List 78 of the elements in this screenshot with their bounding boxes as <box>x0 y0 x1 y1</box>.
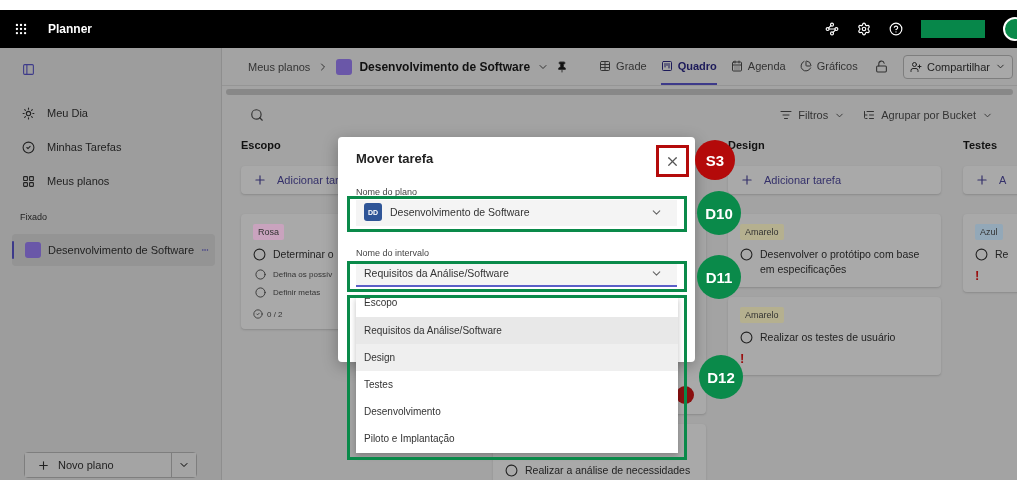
search-icon[interactable] <box>250 108 264 122</box>
task-title: Determinar o <box>273 247 334 262</box>
field-label: Nome do intervalo <box>356 248 431 258</box>
checklist-item: Defina os possív <box>273 270 333 279</box>
priority-mark: ! <box>740 352 745 365</box>
person-icon <box>910 60 923 73</box>
collapse-icon[interactable] <box>22 62 35 76</box>
view-tab[interactable]: Gráficos <box>799 48 858 85</box>
bucket-title: Design <box>728 139 765 151</box>
breadcrumb-link[interactable]: Meus planos <box>248 60 311 73</box>
task-card[interactable]: Azul Re ! <box>963 214 1017 292</box>
dropdown-option[interactable]: Testes <box>356 371 678 398</box>
dropdown-option[interactable]: Desenvolvimento <box>356 398 678 425</box>
task-title: Realizar os testes de usuário <box>760 330 896 345</box>
label-tag: Amarelo <box>740 307 784 323</box>
new-plan-button[interactable]: Novo plano <box>25 453 172 477</box>
sidebar-item[interactable]: Minhas Tarefas <box>47 141 122 153</box>
plan-icon <box>336 58 353 75</box>
dropdown-option[interactable]: Design <box>356 344 678 371</box>
label-tag: Rosa <box>253 224 284 240</box>
board-icon <box>660 59 673 72</box>
complete-circle-icon[interactable] <box>740 331 753 344</box>
list-icon <box>863 109 876 121</box>
complete-circle-icon[interactable] <box>253 248 266 261</box>
help-icon[interactable] <box>889 22 903 36</box>
plus-icon <box>253 173 267 187</box>
checklist-circle-icon[interactable] <box>255 269 266 280</box>
checklist-item: Definir metas <box>273 288 321 297</box>
checklist-icon <box>253 309 263 319</box>
complete-circle-icon[interactable] <box>740 248 753 261</box>
calendar-icon <box>730 59 743 72</box>
bucket-title: Escopo <box>241 139 281 151</box>
app-name: Planner <box>48 22 92 36</box>
pin-icon[interactable] <box>556 60 569 73</box>
checklist-circle-icon[interactable] <box>255 287 266 298</box>
priority-mark: ! <box>975 269 980 282</box>
settings-icon[interactable] <box>857 22 871 36</box>
sun-icon <box>22 106 35 120</box>
add-task-button[interactable]: A <box>963 166 1017 194</box>
complete-circle-icon[interactable] <box>505 464 518 477</box>
task-title: Re <box>995 247 1009 262</box>
share-button[interactable]: Compartilhar <box>903 54 1013 79</box>
view-tab[interactable]: Quadro <box>660 48 717 85</box>
complete-circle-icon[interactable] <box>975 248 988 261</box>
label-tag: Amarelo <box>740 224 784 240</box>
plan-icon <box>24 242 41 258</box>
plus-icon <box>740 173 754 187</box>
task-icon <box>22 140 35 154</box>
field-label: Nome do plano <box>356 187 419 197</box>
plan-title: Desenvolvimento de Software <box>359 59 531 74</box>
app-launcher-icon[interactable] <box>14 22 28 36</box>
pinned-plan-label: Desenvolvimento de Software <box>47 244 195 256</box>
pinned-plan[interactable]: Desenvolvimento de Software <box>12 234 215 266</box>
section-label: Fixado <box>19 211 48 224</box>
dropdown-option[interactable]: Piloto e Implantação <box>356 425 678 452</box>
label-tag: Azul <box>975 224 1003 240</box>
view-tab[interactable]: Grade <box>599 48 647 85</box>
sidebar-item[interactable]: Meu Dia <box>47 107 88 119</box>
bucket-title: Testes <box>963 139 998 151</box>
plus-icon <box>975 173 989 187</box>
filter-icon <box>780 109 793 121</box>
chart-icon <box>799 59 812 72</box>
add-task-button[interactable]: Adicionar tarefa <box>728 166 941 194</box>
group-button[interactable]: Agrupar por Bucket <box>859 109 997 121</box>
lock-icon[interactable] <box>875 60 889 73</box>
task-title: Realizar a análise de necessidades <box>525 463 691 478</box>
connections-icon[interactable] <box>825 22 839 36</box>
view-tab[interactable]: Agenda <box>730 48 786 85</box>
filter-button[interactable]: Filtros <box>776 109 850 121</box>
account-bar <box>921 20 985 38</box>
dropdown-option[interactable]: Requisitos da Análise/Software <box>356 317 678 344</box>
grid-icon <box>599 59 612 72</box>
plus-icon <box>37 458 50 472</box>
scrollbar[interactable] <box>226 89 1013 95</box>
dialog-title: Mover tarefa <box>356 151 434 168</box>
sidebar-item[interactable]: Meus planos <box>47 175 110 187</box>
task-title: Desenvolver o protótipo com base em especificações <box>760 247 921 277</box>
grid-icon <box>22 174 35 188</box>
